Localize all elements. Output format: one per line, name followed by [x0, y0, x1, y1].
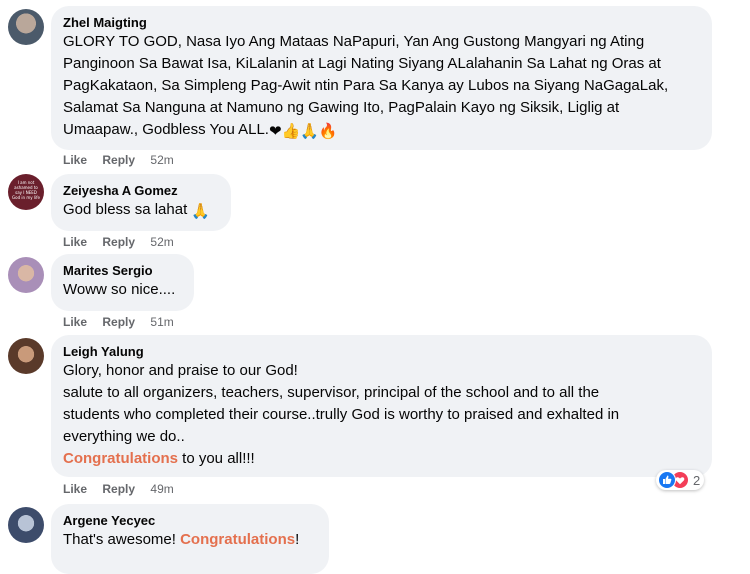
reaction-summary[interactable]: 2 [656, 470, 705, 490]
emoji-group: ❤👍🙏🔥 [268, 123, 338, 140]
like-button[interactable]: Like [63, 153, 87, 167]
reply-button[interactable]: Reply [102, 235, 135, 249]
comment-timestamp[interactable]: 49m [150, 482, 173, 496]
emoji-group: 🙏 [191, 203, 211, 220]
comment-text: God bless sa lahat [63, 201, 188, 218]
reaction-count: 2 [693, 472, 701, 488]
comment-actions: Like Reply 52m [63, 153, 174, 167]
reply-button[interactable]: Reply [102, 315, 135, 329]
comment-line: Congratulations to you all!!! [63, 448, 700, 470]
comment-author[interactable]: Zeiyesha A Gomez [63, 182, 219, 199]
comment-author[interactable]: Marites Sergio [63, 262, 182, 279]
comment-timestamp[interactable]: 51m [150, 315, 173, 329]
comment-line: Glory, honor and praise to our God! [63, 362, 298, 379]
comment-line: Salamat Sa Nanguna at Namuno ng Gawing I… [63, 99, 620, 116]
comment-line: That's awesome! Congratulations! [63, 529, 317, 551]
comment-text: to you all!!! [178, 450, 255, 467]
like-reaction-icon [658, 471, 676, 489]
comment-line: everything we do.. [63, 428, 185, 445]
comment-line: salute to all organizers, teachers, supe… [63, 384, 600, 401]
avatar[interactable] [8, 9, 44, 45]
comment-line: God bless sa lahat 🙏 [63, 199, 219, 223]
comment-timestamp[interactable]: 52m [150, 153, 173, 167]
comment-text: That's awesome! [63, 531, 181, 548]
like-button[interactable]: Like [63, 482, 87, 496]
like-button[interactable]: Like [63, 235, 87, 249]
comment-line: Umaapaw., Godbless You ALL.❤👍🙏🔥 [63, 119, 700, 143]
comment-actions: Like Reply 49m [63, 482, 174, 496]
comment-bubble: Zeiyesha A Gomez God bless sa lahat 🙏 [51, 174, 231, 231]
comment-bubble: Zhel Maigting GLORY TO GOD, Nasa Iyo Ang… [51, 6, 712, 150]
comment-author[interactable]: Zhel Maigting [63, 14, 700, 31]
avatar[interactable] [8, 257, 44, 293]
comment-line: students who completed their course..tru… [63, 406, 620, 423]
comment-actions: Like Reply 51m [63, 315, 174, 329]
avatar[interactable]: I am not ashamed to say I NEED God in my… [8, 174, 44, 210]
avatar[interactable] [8, 507, 44, 543]
reply-button[interactable]: Reply [102, 153, 135, 167]
highlighted-word[interactable]: Congratulations [63, 450, 178, 467]
comment-bubble: Leigh Yalung Glory, honor and praise to … [51, 335, 712, 477]
comment-line: PagKakataon, Sa Simpleng Pag-Awit ntin P… [63, 77, 669, 94]
like-button[interactable]: Like [63, 315, 87, 329]
comment-bubble: Argene Yecyec That's awesome! Congratula… [51, 504, 329, 574]
comment-author[interactable]: Leigh Yalung [63, 343, 700, 360]
comment-text: Woww so nice.... [63, 281, 176, 298]
comment-timestamp[interactable]: 52m [150, 235, 173, 249]
comment-line-text: Umaapaw., Godbless You ALL. [63, 121, 269, 138]
comment-author[interactable]: Argene Yecyec [63, 512, 317, 529]
comment-actions: Like Reply 52m [63, 235, 174, 249]
reply-button[interactable]: Reply [102, 482, 135, 496]
comment-line: Panginoon Sa Bawat Isa, KiLalanin at Lag… [63, 55, 661, 72]
avatar[interactable] [8, 338, 44, 374]
comment-line: GLORY TO GOD, Nasa Iyo Ang Mataas NaPapu… [63, 33, 645, 50]
comment-text-end: ! [295, 531, 300, 548]
avatar-text: I am not ashamed to say I NEED God in my… [12, 180, 40, 200]
comment-bubble: Marites Sergio Woww so nice.... [51, 254, 194, 311]
highlighted-word[interactable]: Congratulations [180, 531, 295, 548]
